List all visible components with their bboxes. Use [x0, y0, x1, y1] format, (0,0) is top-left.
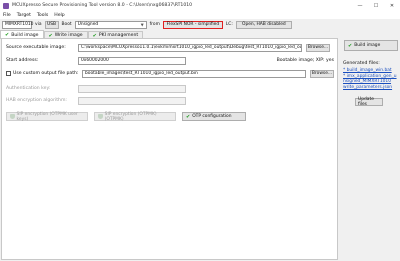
otp-configuration-button[interactable]: ✔ OTP configuration: [182, 112, 246, 121]
hab-encryption-label: HAB encryption algorithm:: [6, 98, 67, 103]
source-label: Source executable image:: [6, 45, 66, 50]
sip-user-keys-label: SIP encryption (OTPMK user keys): [16, 111, 78, 122]
menu-tools[interactable]: Tools: [34, 13, 51, 18]
browse-source-button[interactable]: Browse...: [306, 43, 330, 52]
generated-files-list: * build_image_win.bat * imx_application_…: [343, 68, 399, 90]
boot-memory-value: FlexSPI NOR - simplified: [166, 22, 220, 27]
chevron-down-icon: ▼: [140, 22, 144, 27]
boot-type-select[interactable]: Unsigned ▼: [74, 20, 147, 29]
maximize-icon[interactable]: ☐: [368, 3, 384, 9]
device-select[interactable]: MIMXRT1010: [2, 20, 34, 29]
source-row: Source executable image: C:\workspace\MC…: [6, 43, 336, 52]
sip-otpmk-button[interactable]: SIP encryption (OTPMK) (OTPMK): [94, 111, 176, 122]
auth-key-row: Authentication key:: [6, 84, 206, 93]
browse-output-button[interactable]: Browse...: [310, 69, 334, 78]
hab-encryption-select: [78, 96, 186, 105]
menu-help[interactable]: Help: [51, 13, 67, 18]
device-value: MIMXRT1010: [5, 22, 34, 27]
build-image-label: Build image: [354, 43, 381, 48]
otp-configuration-label: OTP configuration: [192, 114, 232, 119]
menu-file[interactable]: File: [0, 13, 14, 18]
right-panel: ✔ Build image Generated files: * build_i…: [340, 38, 400, 260]
custom-output-label: Use custom output file path:: [13, 71, 79, 76]
custom-output-input[interactable]: bootable_images\test_RT1010_igpio_led_ou…: [82, 69, 306, 78]
check-icon: ✔: [348, 42, 353, 49]
close-icon[interactable]: ✕: [384, 3, 400, 9]
auth-key-select: [78, 84, 186, 93]
generated-file-link[interactable]: * build_image_win.bat: [343, 68, 399, 74]
custom-output-row: Use custom output file path: bootable_im…: [6, 69, 336, 78]
build-image-panel: Source executable image: C:\workspace\MC…: [1, 38, 338, 260]
custom-output-checkbox[interactable]: [6, 71, 11, 76]
build-image-button[interactable]: ✔ Build image: [344, 40, 398, 51]
lifecycle-value: Open, HAB disabled: [241, 22, 286, 27]
sip-otpmk-label: SIP encryption (OTPMK) (OTPMK): [104, 111, 157, 122]
via-label: via: [35, 22, 42, 27]
lc-label: LC:: [225, 22, 233, 27]
generated-file-link[interactable]: write_parameters.json: [343, 85, 399, 91]
from-label: from: [149, 22, 160, 27]
boot-type-value: Unsigned: [77, 22, 99, 27]
shield-icon: [98, 114, 103, 119]
boot-label: Boot: [61, 22, 72, 27]
connection-button[interactable]: USB: [44, 20, 59, 29]
start-address-label: Start address:: [6, 58, 39, 63]
generated-file-link[interactable]: nsigned_MIMXRT1010: [343, 79, 399, 85]
boot-memory-button[interactable]: FlexSPI NOR - simplified: [162, 20, 223, 29]
source-input[interactable]: C:\workspace\MCUXpresso11.0.1\evkmimxrt1…: [78, 43, 302, 52]
menu-target[interactable]: Target: [14, 13, 34, 18]
update-files-button[interactable]: Update files: [355, 97, 383, 107]
connection-value: USB: [47, 22, 57, 27]
window-controls: — ☐ ✕: [352, 3, 400, 9]
window-title: MCUXpresso Secure Provisioning Tool vers…: [12, 3, 193, 8]
shield-icon: [10, 114, 15, 119]
menu-bar: File Target Tools Help: [0, 11, 400, 19]
title-bar: MCUXpresso Secure Provisioning Tool vers…: [0, 0, 400, 11]
check-icon: ✔: [186, 113, 191, 120]
lifecycle-button[interactable]: Open, HAB disabled: [235, 20, 292, 29]
toolbar: MIMXRT1010 via USB Boot Unsigned ▼ from …: [0, 19, 400, 30]
auth-key-label: Authentication key:: [6, 86, 51, 91]
start-address-input[interactable]: 0x60002000: [78, 56, 186, 65]
tab-label: Build image: [11, 32, 39, 38]
app-icon: [3, 2, 9, 9]
sip-user-keys-button[interactable]: SIP encryption (OTPMK user keys): [6, 111, 88, 122]
hab-encryption-row: HAB encryption algorithm:: [6, 96, 206, 105]
generated-files-label: Generated files:: [343, 61, 380, 66]
start-address-row: Start address: 0x60002000 Bootable image…: [6, 56, 336, 65]
minimize-icon[interactable]: —: [352, 3, 368, 9]
bootable-status: Bootable image; XIP: yes: [276, 58, 334, 63]
